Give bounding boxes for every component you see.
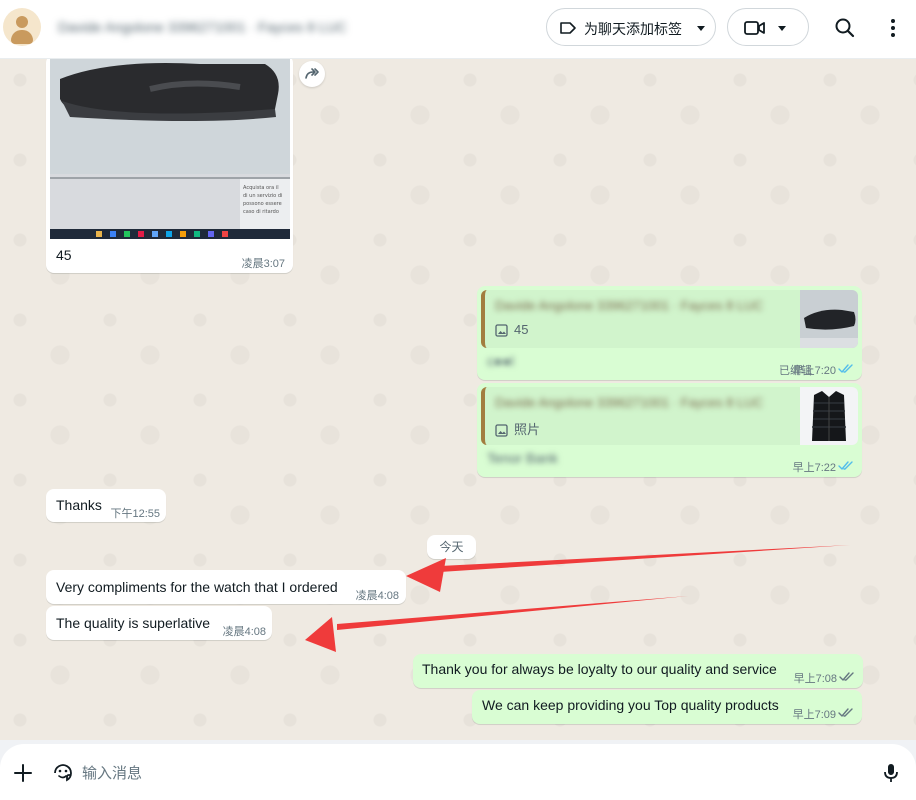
message-text: Very compliments for the watch that I or… (56, 579, 338, 595)
message-input[interactable] (80, 757, 864, 789)
message-text: The quality is superlative (56, 615, 211, 631)
quoted-caption: 45 (514, 322, 529, 337)
incoming-message[interactable]: Thanks 下午12:55 (46, 489, 166, 522)
menu-more-icon[interactable] (879, 14, 907, 42)
message-time: 凌晨4:08 (355, 590, 399, 602)
add-label-button[interactable]: 为聊天添加标签 (546, 8, 716, 46)
shoe-photo[interactable]: Acquista ora il di un servizio di posson… (50, 59, 290, 239)
message-time: 凌晨3:07 (241, 258, 285, 270)
quoted-message[interactable]: Davide Angolone 3396271001 · Fayces 8 LU… (481, 387, 858, 445)
add-label-text: 为聊天添加标签 (584, 21, 682, 37)
message-text: Thanks (56, 497, 102, 513)
video-call-button[interactable] (727, 8, 809, 46)
outgoing-message[interactable]: Thank you for always be loyalty to our q… (413, 654, 863, 688)
image-message[interactable]: Acquista ora il di un servizio di posson… (46, 55, 293, 273)
delivered-ticks-icon (838, 708, 853, 717)
svg-text:Acquista ora il: Acquista ora il (243, 185, 279, 191)
message-text: We can keep providing you Top quality pr… (482, 697, 779, 713)
search-icon[interactable] (831, 14, 859, 42)
svg-text:caso di ritardo: caso di ritardo (243, 209, 279, 215)
chevron-down-icon (697, 26, 705, 31)
message-text: Thank you for always be loyalty to our q… (422, 661, 777, 677)
outgoing-message[interactable]: We can keep providing you Top quality pr… (472, 690, 862, 724)
message-time: 早上7:20 (792, 365, 836, 377)
avatar-person-icon (16, 16, 28, 28)
svg-text:possono essere: possono essere (243, 201, 282, 207)
plus-icon[interactable] (10, 760, 36, 786)
message-time: 下午12:55 (110, 508, 160, 520)
reply-text: c●●l (487, 353, 515, 369)
delivered-ticks-icon (839, 672, 854, 681)
label-tag-icon (560, 22, 576, 34)
quoted-message[interactable]: Davide Angolone 3396271001 · Fayces 8 LU… (481, 290, 858, 348)
forward-icon (305, 68, 319, 79)
message-time: 凌晨4:08 (222, 626, 266, 638)
microphone-icon[interactable] (878, 760, 904, 786)
sticker-emoji-icon[interactable] (50, 760, 76, 786)
contact-avatar[interactable] (3, 8, 41, 46)
quoted-thumbnail (800, 290, 858, 348)
svg-text:di un servizio di: di un servizio di (243, 193, 282, 199)
incoming-message[interactable]: The quality is superlative 凌晨4:08 (46, 606, 272, 640)
reply-message[interactable]: Davide Angolone 3396271001 · Fayces 8 LU… (477, 383, 862, 477)
message-time: 早上7:08 (793, 673, 837, 685)
forward-button[interactable] (299, 61, 325, 87)
read-ticks-icon (838, 364, 853, 373)
image-icon (495, 324, 508, 337)
message-time: 早上7:22 (792, 462, 836, 474)
quoted-sender: Davide Angolone 3396271001 · Fayces 8 LU… (495, 298, 764, 313)
reply-message[interactable]: Davide Angolone 3396271001 · Fayces 8 LU… (477, 286, 862, 380)
incoming-message[interactable]: Very compliments for the watch that I or… (46, 570, 406, 604)
quoted-thumbnail (800, 387, 858, 445)
image-caption: 45 (56, 247, 72, 263)
quoted-sender: Davide Angolone 3396271001 · Fayces 8 LU… (495, 395, 764, 410)
image-icon (495, 424, 508, 437)
video-camera-icon (744, 21, 765, 35)
message-time: 早上7:09 (792, 709, 836, 721)
contact-name[interactable]: Davide Angolone 3396271001 · Fayces 8 LU… (58, 19, 424, 35)
day-separator: 今天 (427, 535, 476, 559)
composer-bar (0, 740, 916, 800)
quoted-caption: 照片 (514, 422, 541, 437)
chat-header: Davide Angolone 3396271001 · Fayces 8 LU… (0, 0, 916, 59)
reply-text: Tenor Bank (487, 450, 558, 466)
read-ticks-icon (838, 461, 853, 470)
chevron-down-icon (778, 26, 786, 31)
